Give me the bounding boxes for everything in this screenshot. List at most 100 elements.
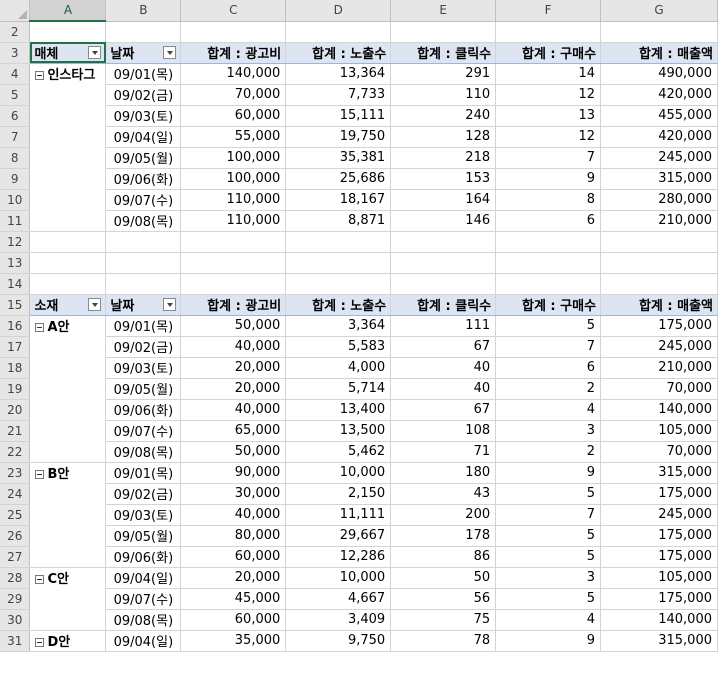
value-cell-impr[interactable]: 3,409 bbox=[285, 609, 392, 631]
value-cell-clicks[interactable]: 75 bbox=[390, 609, 497, 631]
value-cell-impr[interactable]: 10,000 bbox=[285, 567, 392, 589]
value-cell-impr[interactable]: 12,286 bbox=[285, 546, 392, 568]
value-cell-purch[interactable]: 5 bbox=[495, 525, 602, 547]
value-cell-cost[interactable]: 70,000 bbox=[180, 84, 287, 106]
group-spacer-cell[interactable] bbox=[29, 210, 107, 232]
empty-cell[interactable] bbox=[285, 273, 392, 295]
value-cell-cost[interactable]: 100,000 bbox=[180, 168, 287, 190]
value-cell-cost[interactable]: 110,000 bbox=[180, 189, 287, 211]
row-header[interactable]: 20 bbox=[0, 399, 31, 421]
value-cell-purch[interactable]: 5 bbox=[495, 315, 602, 337]
empty-cell[interactable] bbox=[29, 252, 107, 274]
value-cell-cost[interactable]: 110,000 bbox=[180, 210, 287, 232]
date-cell[interactable]: 09/02(금) bbox=[105, 84, 182, 106]
row-header[interactable]: 17 bbox=[0, 336, 31, 358]
value-cell-clicks[interactable]: 78 bbox=[390, 630, 497, 652]
value-cell-purch[interactable]: 6 bbox=[495, 210, 602, 232]
value-cell-clicks[interactable]: 110 bbox=[390, 84, 497, 106]
value-cell-cost[interactable]: 140,000 bbox=[180, 63, 287, 85]
date-cell[interactable]: 09/03(토) bbox=[105, 504, 182, 526]
value-cell-purch[interactable]: 2 bbox=[495, 378, 602, 400]
value-cell-purch[interactable]: 4 bbox=[495, 609, 602, 631]
value-cell-rev[interactable]: 315,000 bbox=[600, 462, 718, 484]
row-header[interactable]: 24 bbox=[0, 483, 31, 505]
value-cell-purch[interactable]: 7 bbox=[495, 504, 602, 526]
value-cell-impr[interactable]: 5,583 bbox=[285, 336, 392, 358]
group-spacer-cell[interactable] bbox=[29, 420, 107, 441]
row-header[interactable]: 29 bbox=[0, 588, 31, 610]
value-cell-impr[interactable]: 4,667 bbox=[285, 588, 392, 610]
value-cell-cost[interactable]: 35,000 bbox=[180, 630, 287, 652]
value-cell-purch[interactable]: 3 bbox=[495, 420, 602, 442]
row-header[interactable]: 10 bbox=[0, 189, 31, 211]
pivot1-value-header-impr[interactable]: 합계 : 노출수 bbox=[285, 42, 392, 64]
group-spacer-cell[interactable] bbox=[29, 546, 107, 568]
value-cell-rev[interactable]: 245,000 bbox=[600, 147, 718, 169]
value-cell-clicks[interactable]: 291 bbox=[390, 63, 497, 85]
row-header[interactable]: 8 bbox=[0, 147, 31, 169]
filter-dropdown-icon[interactable] bbox=[88, 298, 102, 311]
value-cell-rev[interactable]: 420,000 bbox=[600, 84, 718, 106]
empty-cell[interactable] bbox=[180, 21, 287, 43]
empty-cell[interactable] bbox=[600, 252, 718, 274]
date-cell[interactable]: 09/03(토) bbox=[105, 357, 182, 379]
pivot1-row-field-header[interactable]: 매체 bbox=[29, 42, 107, 64]
value-cell-rev[interactable]: 455,000 bbox=[600, 105, 718, 127]
date-cell[interactable]: 09/04(일) bbox=[105, 126, 182, 148]
value-cell-rev[interactable]: 490,000 bbox=[600, 63, 718, 85]
value-cell-impr[interactable]: 7,733 bbox=[285, 84, 392, 106]
pivot1-value-header-clicks[interactable]: 합계 : 클릭수 bbox=[390, 42, 497, 64]
value-cell-clicks[interactable]: 164 bbox=[390, 189, 497, 211]
group-spacer-cell[interactable] bbox=[29, 84, 107, 105]
value-cell-impr[interactable]: 13,500 bbox=[285, 420, 392, 442]
value-cell-purch[interactable]: 3 bbox=[495, 567, 602, 589]
date-cell[interactable]: 09/05(월) bbox=[105, 525, 182, 547]
date-cell[interactable]: 09/02(금) bbox=[105, 483, 182, 505]
value-cell-rev[interactable]: 175,000 bbox=[600, 588, 718, 610]
empty-cell[interactable] bbox=[600, 231, 718, 253]
value-cell-impr[interactable]: 25,686 bbox=[285, 168, 392, 190]
group-spacer-cell[interactable] bbox=[29, 126, 107, 147]
pivot1-date-field-header[interactable]: 날짜 bbox=[105, 42, 182, 64]
value-cell-impr[interactable]: 13,364 bbox=[285, 63, 392, 85]
value-cell-cost[interactable]: 45,000 bbox=[180, 588, 287, 610]
value-cell-cost[interactable]: 60,000 bbox=[180, 105, 287, 127]
filter-dropdown-icon[interactable] bbox=[163, 46, 177, 59]
value-cell-impr[interactable]: 13,400 bbox=[285, 399, 392, 421]
value-cell-clicks[interactable]: 153 bbox=[390, 168, 497, 190]
value-cell-impr[interactable]: 5,714 bbox=[285, 378, 392, 400]
collapse-icon[interactable] bbox=[35, 470, 45, 479]
date-cell[interactable]: 09/03(토) bbox=[105, 105, 182, 127]
row-header[interactable]: 14 bbox=[0, 273, 31, 295]
row-header[interactable]: 3 bbox=[0, 42, 31, 64]
group-spacer-cell[interactable] bbox=[29, 483, 107, 504]
row-header[interactable]: 7 bbox=[0, 126, 31, 148]
value-cell-rev[interactable]: 210,000 bbox=[600, 357, 718, 379]
value-cell-purch[interactable]: 2 bbox=[495, 441, 602, 463]
value-cell-rev[interactable]: 140,000 bbox=[600, 609, 718, 631]
date-cell[interactable]: 09/04(일) bbox=[105, 630, 182, 652]
row-header[interactable]: 4 bbox=[0, 63, 31, 85]
empty-cell[interactable] bbox=[180, 252, 287, 274]
value-cell-rev[interactable]: 70,000 bbox=[600, 378, 718, 400]
date-cell[interactable]: 09/07(수) bbox=[105, 189, 182, 211]
empty-cell[interactable] bbox=[390, 273, 497, 295]
row-header[interactable]: 16 bbox=[0, 315, 31, 337]
empty-cell[interactable] bbox=[105, 252, 182, 274]
column-header-a[interactable]: A bbox=[29, 0, 107, 22]
empty-cell[interactable] bbox=[180, 231, 287, 253]
pivot2-row-field-header[interactable]: 소재 bbox=[29, 294, 107, 316]
value-cell-impr[interactable]: 35,381 bbox=[285, 147, 392, 169]
value-cell-purch[interactable]: 6 bbox=[495, 357, 602, 379]
value-cell-clicks[interactable]: 111 bbox=[390, 315, 497, 337]
column-header-g[interactable]: G bbox=[600, 0, 718, 22]
value-cell-purch[interactable]: 9 bbox=[495, 462, 602, 484]
pivot2-value-header-clicks[interactable]: 합계 : 클릭수 bbox=[390, 294, 497, 316]
value-cell-clicks[interactable]: 108 bbox=[390, 420, 497, 442]
value-cell-impr[interactable]: 2,150 bbox=[285, 483, 392, 505]
column-header-c[interactable]: C bbox=[180, 0, 287, 22]
value-cell-purch[interactable]: 9 bbox=[495, 168, 602, 190]
value-cell-clicks[interactable]: 43 bbox=[390, 483, 497, 505]
value-cell-cost[interactable]: 100,000 bbox=[180, 147, 287, 169]
value-cell-impr[interactable]: 3,364 bbox=[285, 315, 392, 337]
